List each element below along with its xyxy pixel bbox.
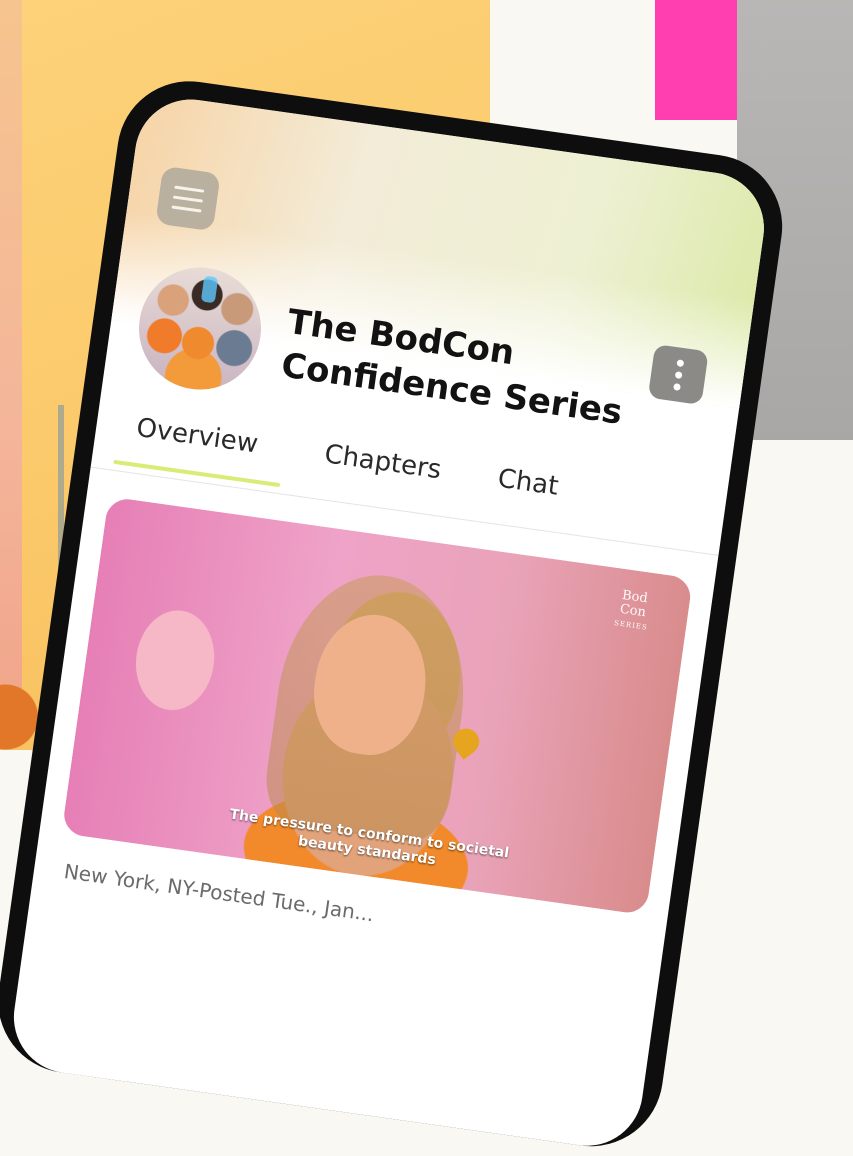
avatar-accent (200, 275, 219, 304)
background-pink-block (655, 0, 737, 120)
hamburger-menu-icon (174, 185, 205, 193)
hamburger-menu-icon-bar (172, 195, 204, 203)
tab-overview[interactable]: Overview (134, 413, 259, 460)
phone-device: The BodCon Confidence Series Overview Ch… (0, 72, 792, 1156)
vertical-dots-icon-dot (672, 382, 681, 391)
background-cream-block (490, 0, 655, 120)
background-left-strip (0, 0, 22, 720)
phone-screen: The BodCon Confidence Series Overview Ch… (6, 92, 772, 1154)
vertical-dots-icon (675, 358, 684, 367)
vertical-dots-icon-dot (674, 370, 683, 379)
hamburger-menu-icon-bar (171, 204, 202, 213)
tab-chat[interactable]: Chat (496, 464, 560, 502)
menu-button[interactable] (155, 165, 221, 232)
tab-chapters[interactable]: Chapters (323, 439, 444, 485)
video-player[interactable]: Bod Con SERIES The pressure to conform t… (61, 496, 693, 916)
more-options-button[interactable] (647, 344, 709, 406)
bodcon-watermark-logo: Bod Con SERIES (595, 586, 670, 637)
